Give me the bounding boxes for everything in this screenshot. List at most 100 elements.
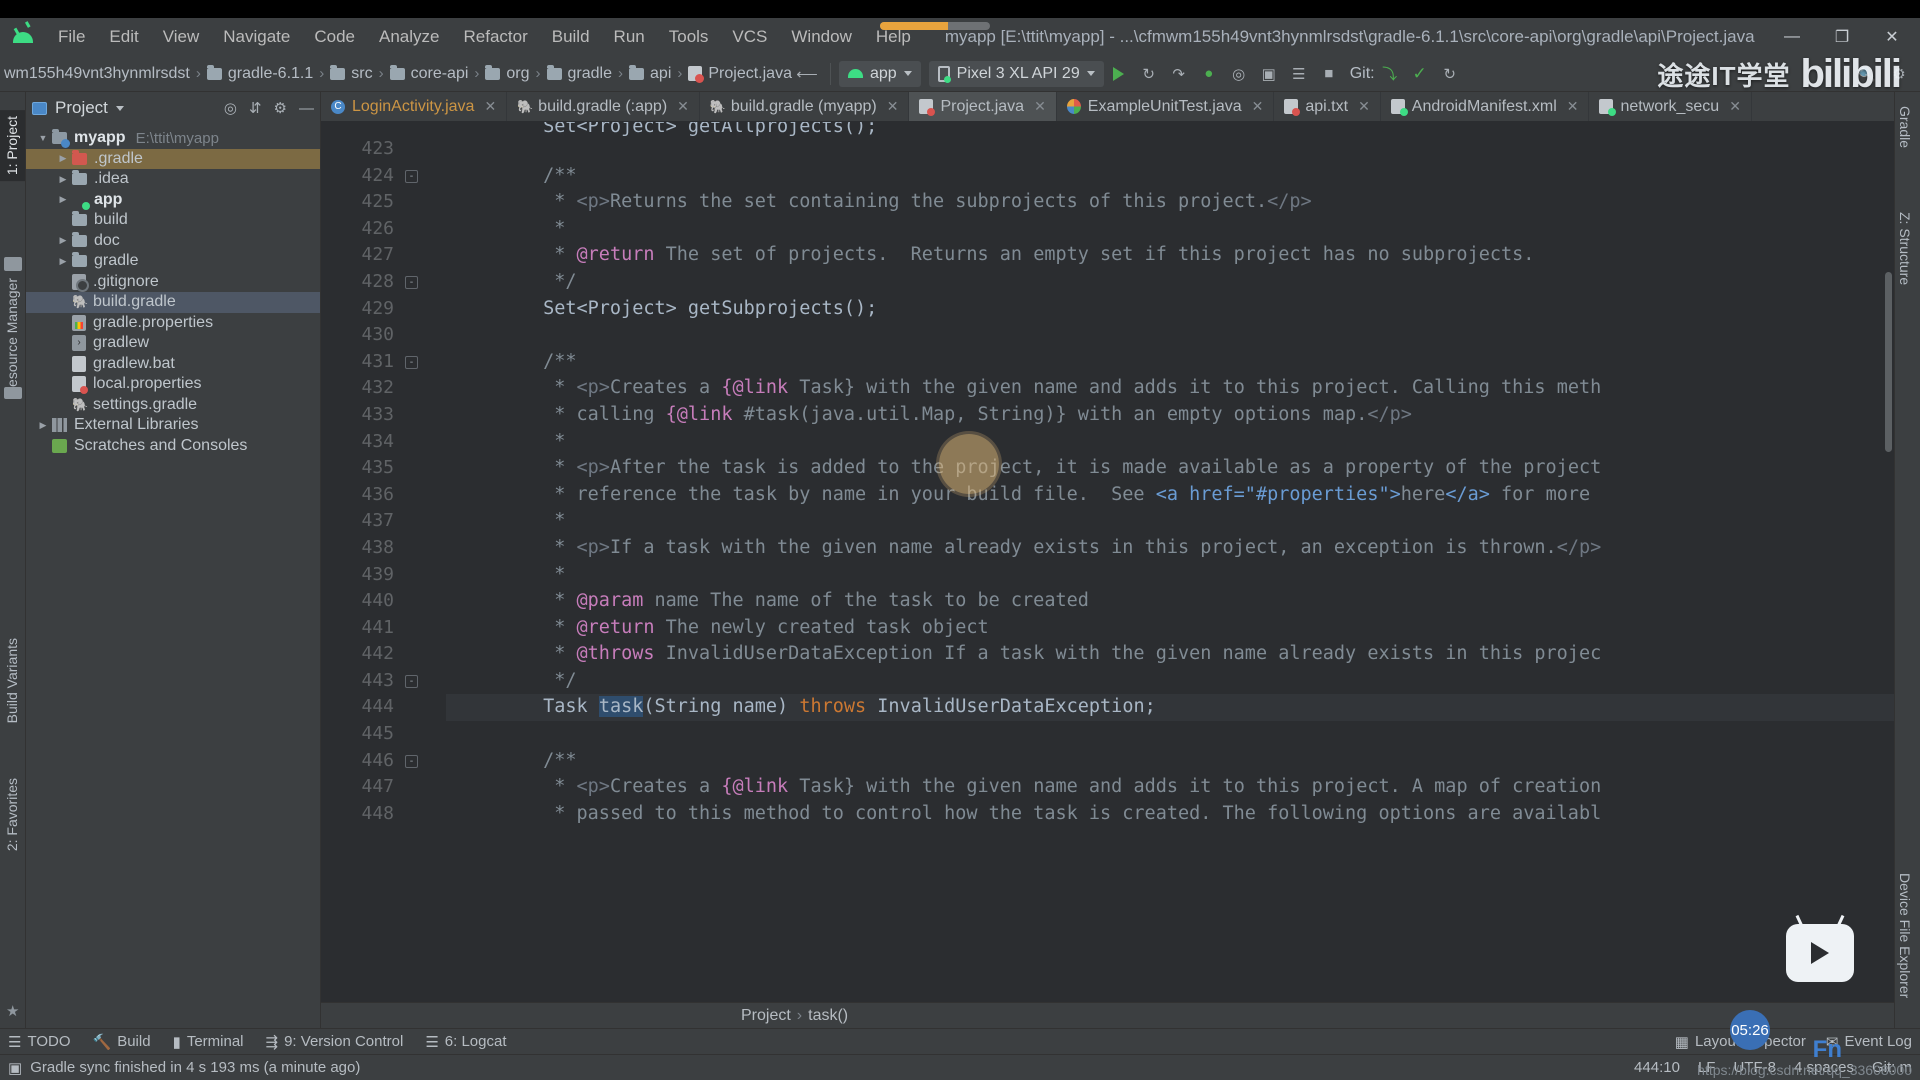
code-line[interactable]: /** — [446, 349, 1894, 376]
menu-file[interactable]: File — [46, 23, 97, 51]
tree-node[interactable]: gradlew.bat — [26, 354, 320, 375]
fold-toggle-icon[interactable]: - — [405, 674, 418, 688]
code-line[interactable] — [446, 136, 1894, 163]
line-number[interactable]: 427 — [321, 242, 446, 269]
code-line[interactable]: * @return The set of projects. Returns a… — [446, 242, 1894, 269]
rail-tab-project[interactable]: 1: Project — [0, 110, 25, 182]
line-number[interactable]: 447 — [321, 774, 446, 801]
chevron-down-icon[interactable] — [34, 133, 52, 143]
code-line[interactable]: * @throws InvalidUserDataException If a … — [446, 641, 1894, 668]
close-button[interactable]: ✕ — [1870, 20, 1914, 54]
breadcrumb-item-api[interactable]: api — [650, 65, 671, 83]
chevron-right-icon[interactable] — [54, 194, 72, 205]
line-number[interactable]: 448 — [321, 801, 446, 828]
tree-node[interactable]: .gradle — [26, 148, 320, 169]
git-update-icon[interactable]: ⤵ — [1375, 60, 1405, 88]
menu-refactor[interactable]: Refactor — [451, 23, 539, 51]
code-line[interactable]: Set<Project> getSubprojects(); — [446, 296, 1894, 323]
rail-tab-favorites[interactable]: 2: Favorites — [0, 772, 25, 857]
rail-tab-structure[interactable]: Z: Structure — [1897, 212, 1913, 285]
code-line[interactable]: * <p>Creates a {@link Task} with the giv… — [446, 375, 1894, 402]
line-number[interactable]: 434 — [321, 429, 446, 456]
make-project-icon[interactable]: ⟵ — [792, 60, 822, 88]
tree-node[interactable]: Scratches and Consoles — [26, 436, 320, 457]
git-history-icon[interactable]: ↻ — [1435, 60, 1465, 88]
tree-node[interactable]: myapp E:\ttit\myapp — [26, 128, 320, 149]
menu-navigate[interactable]: Navigate — [211, 23, 302, 51]
line-number[interactable]: 439 — [321, 562, 446, 589]
code-line[interactable]: * passed to this method to control how t… — [446, 801, 1894, 828]
code-line[interactable]: Task task(String name) throws InvalidUse… — [446, 694, 1894, 722]
line-number[interactable]: 426 — [321, 216, 446, 243]
editor-tab[interactable]: 🐘 build.gradle (myapp) ✕ — [700, 92, 910, 121]
close-icon[interactable]: ✕ — [1252, 98, 1264, 115]
chevron-right-icon[interactable] — [54, 174, 72, 185]
code-line[interactable]: */ — [446, 269, 1894, 296]
chevron-right-icon[interactable] — [54, 235, 72, 246]
profile-icon[interactable]: ◎ — [1224, 60, 1254, 88]
debug-icon[interactable]: ● — [1194, 60, 1224, 88]
code-line[interactable]: * <p>If a task with the given name alrea… — [446, 535, 1894, 562]
close-icon[interactable]: ✕ — [677, 98, 689, 115]
editor-tab[interactable]: ExampleUnitTest.java ✕ — [1057, 92, 1275, 121]
code-line[interactable]: * @return The newly created task object — [446, 615, 1894, 642]
apply-changes-icon[interactable]: ↷ — [1164, 60, 1194, 88]
editor-tab[interactable]: Project.java ✕ — [909, 92, 1057, 121]
chevron-down-icon[interactable] — [115, 105, 124, 111]
tree-node[interactable]: build — [26, 210, 320, 231]
fold-toggle-icon[interactable]: - — [405, 169, 418, 183]
chevron-right-icon[interactable] — [54, 153, 72, 164]
line-number[interactable]: 441 — [321, 615, 446, 642]
tree-node[interactable]: gradle — [26, 251, 320, 272]
tree-node[interactable]: .gitignore — [26, 272, 320, 293]
tree-node[interactable]: app — [26, 190, 320, 211]
fold-toggle-icon[interactable]: - — [405, 275, 418, 289]
minimize-button[interactable]: — — [1770, 20, 1814, 54]
chevron-right-icon[interactable] — [54, 256, 72, 267]
editor-scrollbar[interactable] — [1885, 272, 1892, 452]
line-number[interactable]: 436 — [321, 482, 446, 509]
line-number[interactable]: 435 — [321, 455, 446, 482]
breadcrumb-item-src[interactable]: src — [351, 65, 372, 83]
code-line[interactable]: * <p>Creates a {@link Task} with the giv… — [446, 774, 1894, 801]
caret-position[interactable]: 444:10 — [1634, 1059, 1680, 1076]
tool-logcat[interactable]: ☰ 6: Logcat — [425, 1033, 506, 1051]
menu-run[interactable]: Run — [602, 23, 657, 51]
code-line[interactable]: * calling {@link #task(java.util.Map, St… — [446, 402, 1894, 429]
sdk-manager-icon[interactable]: ☰ — [1284, 60, 1314, 88]
menu-edit[interactable]: Edit — [97, 23, 150, 51]
breadcrumb-item-root[interactable]: wm155h49vnt3hynmlrsdst — [4, 65, 190, 83]
line-number[interactable]: 440 — [321, 588, 446, 615]
editor-tab[interactable]: AndroidManifest.xml ✕ — [1381, 92, 1590, 121]
line-number[interactable]: 446- — [321, 748, 446, 775]
line-number[interactable]: 432 — [321, 375, 446, 402]
code-line[interactable]: * reference the task by name in your bui… — [446, 482, 1894, 509]
run-configuration-selector[interactable]: app — [838, 60, 921, 87]
code-line[interactable]: * <p>After the task is added to the proj… — [446, 455, 1894, 482]
menu-window[interactable]: Window — [779, 23, 863, 51]
rail-tab-build-variants[interactable]: Build Variants — [0, 632, 25, 729]
close-icon[interactable]: ✕ — [1358, 98, 1370, 115]
menu-tools[interactable]: Tools — [657, 23, 721, 51]
maximize-button[interactable]: ❐ — [1820, 20, 1864, 54]
tool-todo[interactable]: ☰ TODO — [8, 1033, 71, 1051]
editor-tab[interactable]: C LoginActivity.java ✕ — [321, 92, 508, 121]
rerun-icon[interactable]: ↻ — [1134, 60, 1164, 88]
code-line[interactable] — [446, 322, 1894, 349]
project-tree[interactable]: myapp E:\ttit\myapp .gradle .idea app build do… — [26, 124, 320, 1028]
run-button[interactable] — [1104, 60, 1134, 88]
video-play-badge[interactable] — [1786, 924, 1854, 982]
line-number[interactable]: 444 — [321, 694, 446, 721]
code-line[interactable]: * — [446, 216, 1894, 243]
fold-toggle-icon[interactable]: - — [405, 355, 418, 369]
close-icon[interactable]: ✕ — [1729, 98, 1741, 115]
fold-toggle-icon[interactable]: - — [405, 754, 418, 768]
line-number[interactable]: 423 — [321, 136, 446, 163]
tree-node[interactable]: External Libraries — [26, 415, 320, 436]
editor-gutter[interactable]: 423 424-425 426 427 428-429 430 431-432 433 434 4… — [321, 122, 446, 1002]
breadcrumb-item-org[interactable]: org — [506, 65, 529, 83]
code-line[interactable]: * <p>Returns the set containing the subp… — [446, 189, 1894, 216]
menu-view[interactable]: View — [151, 23, 212, 51]
breadcrumb-item-gradle[interactable]: gradle — [568, 65, 612, 83]
breadcrumb-bottom-task[interactable]: task() — [808, 1007, 848, 1025]
